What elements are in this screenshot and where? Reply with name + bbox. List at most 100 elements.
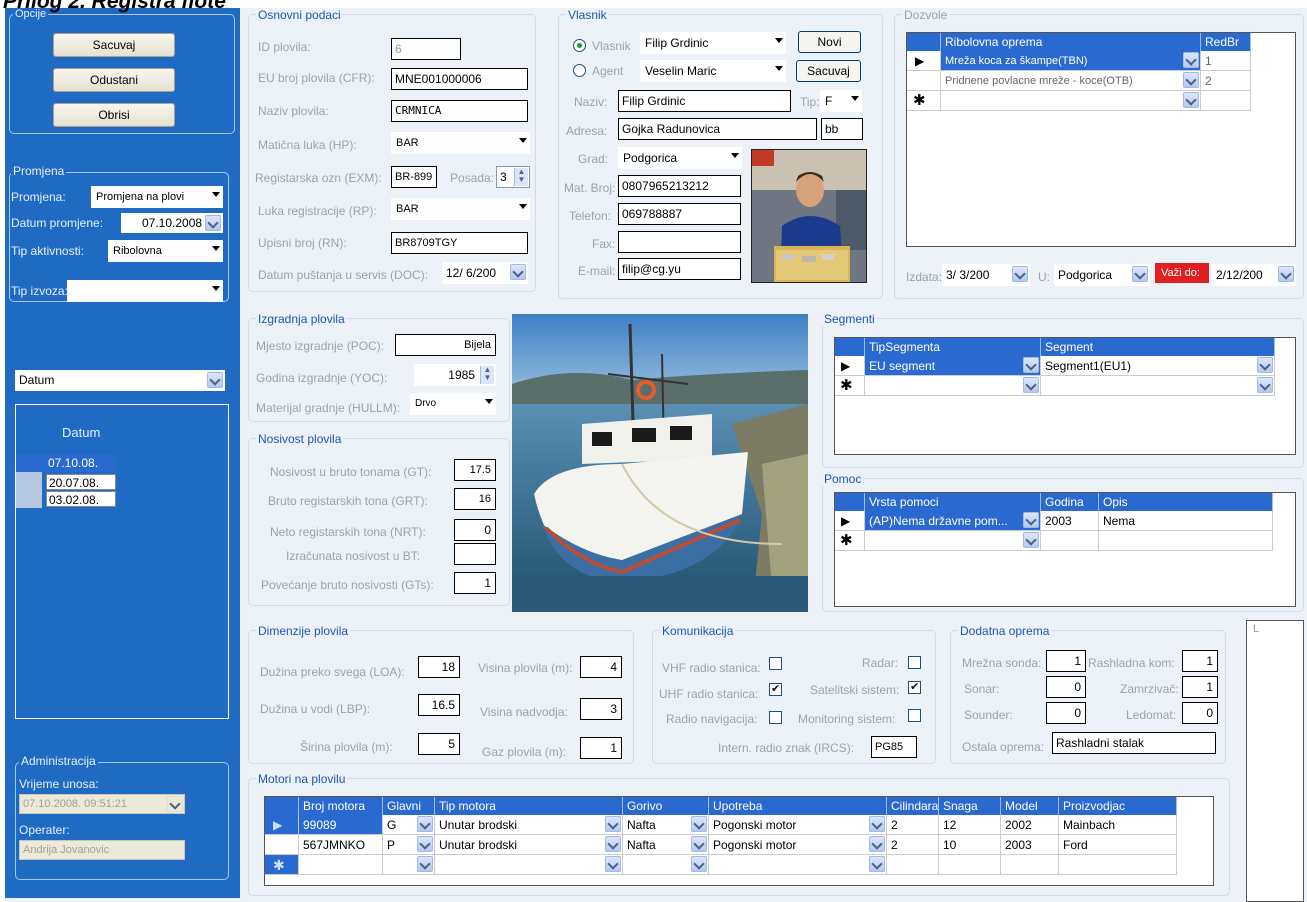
hullm-select[interactable]: Drvo [410,393,496,415]
visina-field[interactable]: 4 [580,656,622,678]
sirina-field[interactable]: 5 [418,733,460,755]
chevron-down-icon[interactable] [691,816,707,832]
mrezna-sonda-field[interactable]: 1 [1046,650,1086,672]
chevron-down-icon[interactable] [205,215,221,231]
motor-new-upotreba[interactable] [709,855,887,875]
agent-select[interactable]: Veselin Maric [640,60,786,82]
id-field[interactable]: 6 [391,38,461,60]
chevron-down-icon[interactable] [1257,377,1273,393]
chevron-down-icon[interactable] [417,856,433,872]
motor-cilindara-cell[interactable]: 2 [887,835,939,855]
column-header[interactable]: Snaga [939,797,1001,815]
vlasnik-save-button[interactable]: Sacuvaj [796,60,861,82]
novi-button[interactable]: Novi [798,31,861,53]
motor-snaga-cell[interactable]: 12 [939,815,1001,835]
ledomat-field[interactable]: 0 [1182,702,1218,724]
datum-row[interactable]: 03.02.08. [46,491,116,507]
nadvodje-field[interactable]: 3 [580,698,622,720]
column-header[interactable]: Proizvodjac [1059,797,1177,815]
chevron-down-icon[interactable] [691,836,707,852]
motor-new-tip[interactable] [435,855,623,875]
column-header[interactable]: Cilindara [887,797,939,815]
nrt-field[interactable]: 0 [454,519,496,541]
vazi-do-date-picker[interactable]: 2/12/200 [1212,264,1296,286]
dozvole-redbr-cell[interactable]: 2 [1201,71,1251,91]
column-header[interactable]: Gorivo [623,797,709,815]
chevron-down-icon[interactable] [691,856,707,872]
column-header[interactable]: Segment [1041,338,1275,356]
grt-field[interactable]: 16 [454,488,496,510]
column-header[interactable]: Opis [1099,493,1273,511]
pomoc-vrsta-cell[interactable]: (AP)Nema državne pom... [865,511,1041,531]
chevron-down-icon[interactable] [1278,266,1294,282]
pomoc-opis-cell[interactable]: Nema [1099,511,1273,531]
luka-registracije-select[interactable]: BAR [391,198,530,220]
motor-cilindara-cell[interactable]: 2 [887,815,939,835]
column-header[interactable]: Broj motora [299,797,383,815]
sonar-field[interactable]: 0 [1046,676,1086,698]
chevron-down-icon[interactable] [605,816,621,832]
motor-new-glavni[interactable] [383,855,435,875]
column-header[interactable]: Glavni [383,797,435,815]
chevron-down-icon[interactable] [605,836,621,852]
ostala-oprema-field[interactable]: Rashladni stalak [1052,732,1216,754]
motor-proizvodjac-cell[interactable]: Mainbach [1059,815,1177,835]
zamrzivac-field[interactable]: 1 [1182,676,1218,698]
chevron-down-icon[interactable] [605,856,621,872]
segmenti-new-tip[interactable] [865,376,1041,396]
column-header[interactable]: Upotreba [709,797,887,815]
vlasnik-radio[interactable] [573,39,586,52]
motor-broj-cell[interactable]: 567JMNKO [299,835,383,855]
motor-glavni-cell[interactable]: P [383,835,435,855]
mat-broj-field[interactable]: 0807965213212 [618,175,741,197]
segmenti-tip-cell[interactable]: EU segment [865,356,1041,376]
chevron-down-icon[interactable] [1023,357,1039,373]
ircs-field[interactable]: PG85 [871,736,917,758]
bt-field[interactable] [454,543,496,565]
grad-select[interactable]: Podgorica [618,147,742,169]
motor-model-cell[interactable]: 2002 [1001,815,1059,835]
satelitski-checkbox[interactable] [908,680,921,694]
doc-date-picker[interactable]: 12/ 6/200 [442,262,528,284]
motor-model-cell[interactable]: 2003 [1001,835,1059,855]
lbp-field[interactable]: 16.5 [418,694,460,716]
segmenti-new-segment[interactable] [1041,376,1275,396]
column-header[interactable]: Tip motora [435,797,623,815]
email-field[interactable]: filip@cg.yu [618,258,741,280]
chevron-down-icon[interactable] [1023,532,1039,548]
spinner-arrows-icon[interactable]: ▲ ▼ [480,366,494,384]
pomoc-new-vrsta[interactable] [865,531,1041,551]
gaz-field[interactable]: 1 [580,737,622,759]
motor-new-gorivo[interactable] [623,855,709,875]
adresa-field[interactable]: Gojka Radunovica [618,118,817,140]
maticna-luka-select[interactable]: BAR [391,132,530,154]
chevron-down-icon[interactable] [417,816,433,832]
loa-field[interactable]: 18 [418,656,460,678]
telefon-field[interactable]: 069788887 [618,203,741,225]
motor-gorivo-cell[interactable]: Nafta [623,835,709,855]
radio-navigacija-checkbox[interactable] [769,711,782,724]
motor-broj-cell[interactable]: 99089 [299,815,383,835]
vlasnik-select[interactable]: Filip Grdinic [640,32,786,54]
motor-new-model[interactable] [1001,855,1059,875]
cfr-field[interactable]: MNE001000006 [391,68,528,90]
dozvole-new-redbr[interactable] [1201,91,1251,111]
radar-checkbox[interactable] [908,656,921,669]
rashladna-field[interactable]: 1 [1182,650,1218,672]
tip-izvoza-select[interactable] [67,280,223,302]
vlasnik-tip-select[interactable]: F [820,90,862,112]
column-header[interactable]: Vrsta pomoci [865,493,1041,511]
uhf-checkbox[interactable] [769,682,782,696]
column-header[interactable]: Ribolovna oprema [941,33,1201,51]
monitoring-checkbox[interactable] [908,709,921,722]
motor-snaga-cell[interactable]: 10 [939,835,1001,855]
yoc-spinner[interactable]: 1985 ▲ ▼ [414,364,496,386]
motor-tip-cell[interactable]: Unutar brodski [435,815,623,835]
dozvole-new-row[interactable] [941,91,1201,111]
motor-gorivo-cell[interactable]: Nafta [623,815,709,835]
chevron-down-icon[interactable] [417,836,433,852]
pomoc-new-godina[interactable] [1041,531,1099,551]
column-header[interactable]: RedBr [1201,33,1251,51]
chevron-down-icon[interactable] [869,856,885,872]
chevron-down-icon[interactable] [207,372,223,388]
